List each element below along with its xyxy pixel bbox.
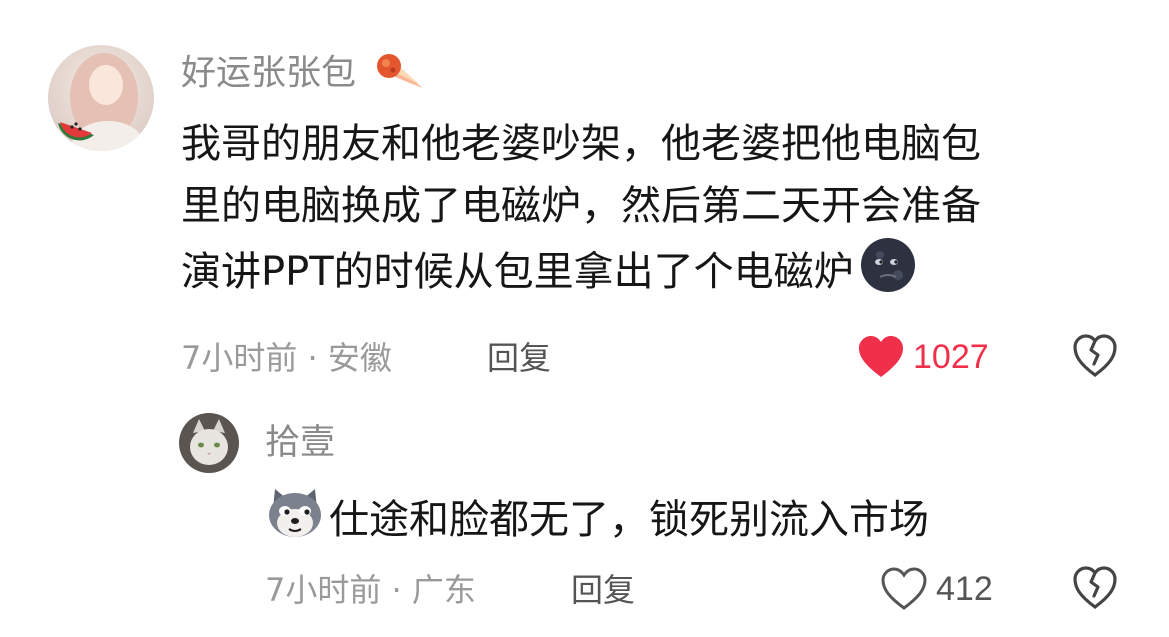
like-count-2: 412: [936, 570, 993, 608]
heart-outline-icon: [881, 567, 927, 610]
fire-meteor-icon: [371, 50, 425, 99]
dislike-button-1[interactable]: [1072, 334, 1118, 382]
comment-line: 我哥的朋友和他老婆吵架，他老婆把他电脑包: [181, 121, 981, 167]
avatar-girl-watermelon-image: [48, 45, 154, 151]
comment-meta-1: 7小时前 · 安徽: [181, 339, 392, 377]
avatar-user-2[interactable]: [179, 413, 239, 473]
username-1[interactable]: 好运张张包: [181, 50, 425, 99]
comment-line: 演讲PPT的时候从包里拿出了个电磁炉: [181, 237, 981, 311]
reply-button-1[interactable]: 回复: [487, 338, 551, 378]
dislike-button-2[interactable]: [1072, 566, 1118, 614]
heart-filled-icon: [859, 336, 903, 377]
avatar-cat-image: [179, 413, 239, 473]
comment-text-2: 仕途和脸都无了，锁死别流入市场: [265, 485, 929, 559]
comment-line: 里的电脑换成了电磁炉，然后第二天开会准备: [181, 183, 981, 229]
like-count-1: 1027: [913, 338, 989, 376]
like-button-2[interactable]: 412: [880, 567, 993, 611]
broken-heart-icon: [1073, 566, 1117, 609]
reply-button-2[interactable]: 回复: [571, 570, 635, 610]
broken-heart-icon: [1073, 334, 1117, 377]
doge-face-icon: [265, 485, 325, 559]
new-moon-face-icon: [860, 237, 916, 311]
comment-text-1: 我哥的朋友和他老婆吵架，他老婆把他电脑包 里的电脑换成了电磁炉，然后第二天开会准…: [181, 113, 981, 311]
comment-meta-2: 7小时前 · 广东: [265, 571, 476, 609]
avatar-user-1[interactable]: [48, 45, 154, 151]
like-button-1[interactable]: 1027: [857, 335, 989, 379]
username-2[interactable]: 拾壹: [265, 423, 335, 463]
